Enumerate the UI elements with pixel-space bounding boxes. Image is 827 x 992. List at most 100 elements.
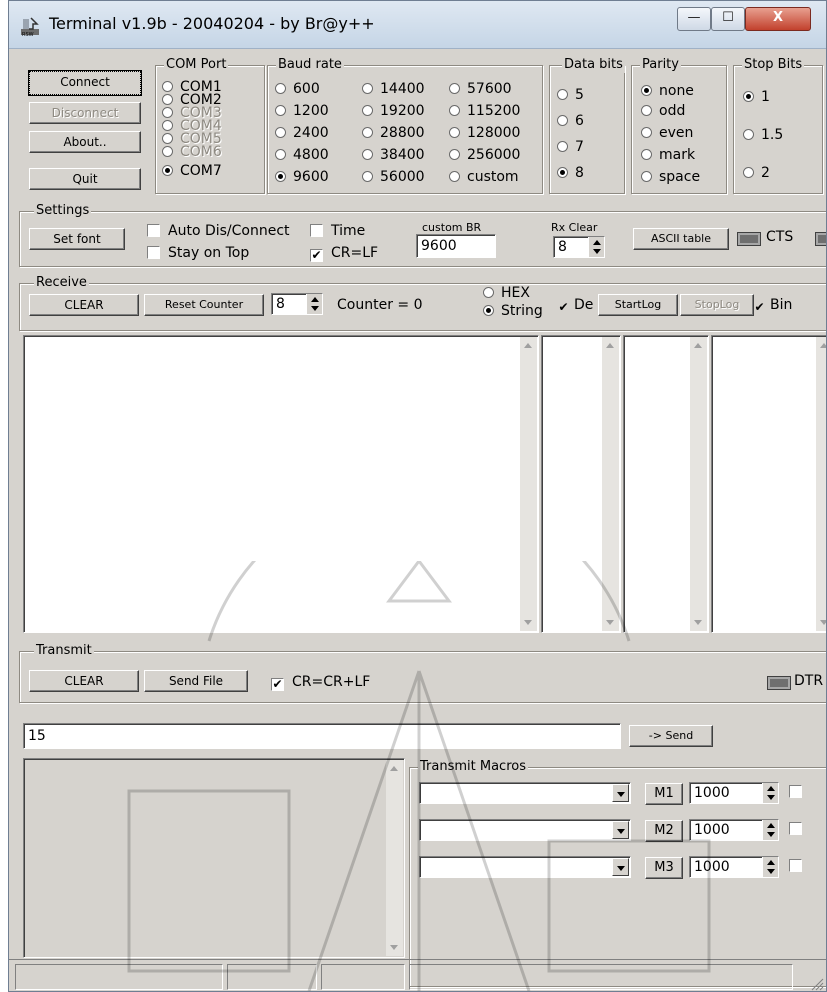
radio-baud-38400[interactable]: 38400 (362, 147, 425, 163)
radio-baud-600[interactable]: 600 (275, 81, 320, 97)
radio-baud-57600[interactable]: 57600 (449, 81, 512, 97)
radio-parity-odd[interactable]: odd (641, 103, 685, 119)
radio-baud-128000[interactable]: 128000 (449, 125, 520, 141)
spin-arrows-icon[interactable] (306, 294, 322, 314)
radio-com6[interactable]: COM6 (162, 145, 222, 159)
minimize-button[interactable]: — (677, 7, 711, 31)
send-button[interactable]: -> Send (629, 725, 713, 747)
macro-m2-interval[interactable]: 1000 (689, 819, 779, 841)
receive-bin-pane[interactable] (711, 335, 826, 633)
transmit-history-pane[interactable] (23, 758, 405, 958)
history-scrollbar[interactable] (386, 760, 403, 956)
counter-spin-input[interactable]: 8 (271, 293, 323, 315)
radio-databits-7[interactable]: 7 (557, 139, 584, 155)
reset-counter-button[interactable]: Reset Counter (144, 294, 264, 316)
radio-baud-28800[interactable]: 28800 (362, 125, 425, 141)
scroll-down-icon[interactable] (390, 945, 398, 950)
radio-databits-8[interactable]: 8 (557, 165, 584, 181)
receive-hex-pane[interactable] (541, 335, 621, 633)
radio-stopbits-2[interactable]: 2 (743, 165, 770, 181)
radio-databits-6[interactable]: 6 (557, 113, 584, 129)
radio-string[interactable]: String (483, 303, 543, 319)
dec-checkbox[interactable]: ✔ De (557, 297, 593, 315)
title-bar[interactable]: RSW Terminal v1.9b - 20040204 - by Br@y+… (9, 1, 826, 49)
disconnect-button[interactable]: Disconnect (29, 102, 141, 124)
bin-scrollbar[interactable] (816, 337, 826, 631)
start-log-button[interactable]: StartLog (598, 294, 678, 316)
hex-scrollbar[interactable] (602, 337, 619, 631)
receive-dec-pane[interactable] (623, 335, 709, 633)
scroll-down-icon[interactable] (606, 620, 614, 625)
radio-baud-14400[interactable]: 14400 (362, 81, 425, 97)
radio-baud-19200[interactable]: 19200 (362, 103, 425, 119)
macro-m3-repeat-checkbox[interactable] (789, 858, 810, 874)
macro-m1-interval[interactable]: 1000 (689, 782, 779, 804)
macro-m2-button[interactable]: M2 (645, 820, 683, 842)
scroll-down-icon[interactable] (524, 620, 532, 625)
radio-databits-5[interactable]: 5 (557, 87, 584, 103)
radio-baud-2400[interactable]: 2400 (275, 125, 329, 141)
scroll-up-icon[interactable] (606, 343, 614, 348)
ascii-table-button[interactable]: ASCII table (633, 228, 729, 250)
macro-m2-repeat-checkbox[interactable] (789, 821, 810, 837)
close-button[interactable]: X (745, 7, 811, 31)
quit-button[interactable]: Quit (29, 168, 141, 190)
send-file-button[interactable]: Send File (144, 670, 248, 692)
radio-stopbits-1-5[interactable]: 1.5 (743, 127, 783, 143)
dropdown-arrow-icon[interactable] (612, 821, 629, 839)
macro-m1-combo[interactable] (419, 782, 631, 804)
spin-arrows-icon[interactable] (762, 857, 778, 877)
scroll-up-icon[interactable] (390, 766, 398, 771)
stop-log-button[interactable]: StopLog (680, 294, 754, 316)
time-checkbox[interactable]: Time (310, 223, 365, 239)
cr-lf-checkbox[interactable]: ✔ CR=LF (310, 245, 378, 262)
transmit-clear-button[interactable]: CLEAR (29, 670, 139, 692)
scroll-down-icon[interactable] (820, 620, 826, 625)
custom-br-input[interactable]: 9600 (416, 234, 496, 258)
receive-scrollbar[interactable] (520, 337, 537, 631)
dropdown-arrow-icon[interactable] (612, 784, 629, 802)
receive-text-pane[interactable] (23, 335, 539, 633)
radio-baud-1200[interactable]: 1200 (275, 103, 329, 119)
macro-m3-combo[interactable] (419, 856, 631, 878)
scroll-up-icon[interactable] (524, 343, 532, 348)
auto-dis-connect-checkbox[interactable]: Auto Dis/Connect (147, 223, 290, 239)
macro-m1-button[interactable]: M1 (645, 783, 683, 805)
radio-baud-115200[interactable]: 115200 (449, 103, 520, 119)
macro-m3-interval[interactable]: 1000 (689, 856, 779, 878)
radio-baud-256000[interactable]: 256000 (449, 147, 520, 163)
macro-m2-combo[interactable] (419, 819, 631, 841)
resize-grip-icon[interactable] (810, 977, 824, 991)
radio-parity-space[interactable]: space (641, 169, 700, 185)
maximize-button[interactable]: ☐ (711, 7, 745, 31)
spin-arrows-icon[interactable] (762, 820, 778, 840)
transmit-input[interactable]: 15 (23, 723, 621, 749)
cr-crlf-checkbox[interactable]: ✔ CR=CR+LF (271, 674, 370, 691)
receive-clear-button[interactable]: CLEAR (29, 294, 139, 316)
set-font-button[interactable]: Set font (29, 228, 125, 250)
spin-arrows-icon[interactable] (762, 783, 778, 803)
radio-parity-mark[interactable]: mark (641, 147, 695, 163)
scroll-down-icon[interactable] (694, 620, 702, 625)
spin-arrows-icon[interactable] (588, 237, 604, 257)
macro-m1-repeat-checkbox[interactable] (789, 784, 810, 800)
radio-baud-9600[interactable]: 9600 (275, 169, 329, 185)
radio-parity-even[interactable]: even (641, 125, 693, 141)
scroll-up-icon[interactable] (820, 343, 826, 348)
bin-checkbox[interactable]: ✔ Bin (753, 297, 792, 315)
radio-parity-none[interactable]: none (641, 83, 694, 99)
radio-baud-56000[interactable]: 56000 (362, 169, 425, 185)
connect-button[interactable]: Connect (29, 71, 141, 95)
scroll-up-icon[interactable] (694, 343, 702, 348)
rx-clear-input[interactable]: 8 (553, 236, 605, 258)
radio-hex[interactable]: HEX (483, 285, 530, 301)
macro-m3-button[interactable]: M3 (645, 857, 683, 879)
radio-baud-custom[interactable]: custom (449, 169, 519, 185)
about-button[interactable]: About.. (29, 131, 141, 153)
stay-on-top-checkbox[interactable]: Stay on Top (147, 245, 249, 261)
radio-stopbits-1[interactable]: 1 (743, 89, 770, 105)
radio-baud-4800[interactable]: 4800 (275, 147, 329, 163)
dec-scrollbar[interactable] (690, 337, 707, 631)
dropdown-arrow-icon[interactable] (612, 858, 629, 876)
radio-com7[interactable]: COM7 (162, 163, 222, 179)
